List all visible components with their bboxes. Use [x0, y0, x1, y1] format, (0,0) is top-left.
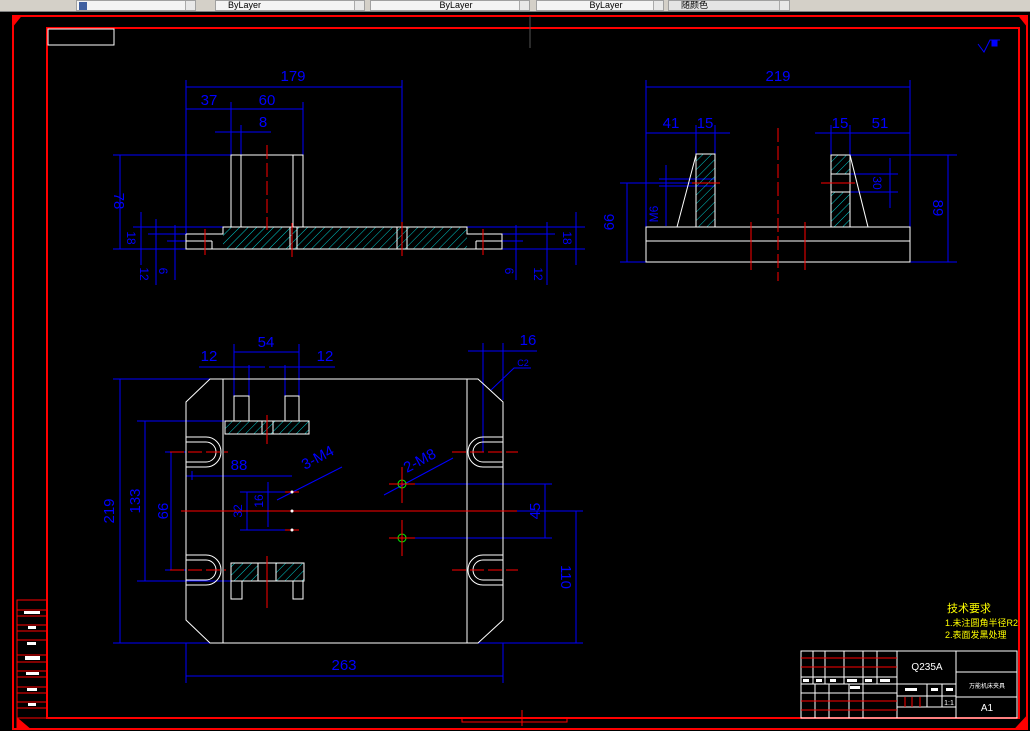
svg-text:12: 12	[531, 267, 545, 281]
svg-text:12: 12	[137, 267, 151, 281]
lineweight-dropdown[interactable]: ByLayer	[536, 0, 664, 11]
svg-text:12: 12	[317, 348, 334, 365]
svg-text:6: 6	[156, 268, 170, 275]
chevron-down-icon[interactable]	[185, 1, 195, 10]
svg-text:88: 88	[231, 457, 248, 474]
svg-text:18: 18	[124, 231, 138, 245]
svg-text:51: 51	[872, 115, 889, 132]
svg-text:219: 219	[765, 68, 790, 85]
svg-text:30: 30	[870, 176, 884, 190]
color-dropdown[interactable]: ByLayer	[215, 0, 365, 11]
linetype-dropdown[interactable]: ByLayer	[370, 0, 530, 11]
svg-text:66: 66	[601, 214, 618, 231]
plotstyle-dropdown[interactable]: 随颜色	[668, 0, 790, 11]
svg-text:263: 263	[331, 657, 356, 674]
chevron-down-icon[interactable]	[653, 1, 663, 10]
top-view: 54 12 12 16 C2 219 133 99 88 3-M4 2-M8 3…	[101, 332, 583, 683]
svg-text:3-M4: 3-M4	[299, 442, 337, 473]
svg-text:15: 15	[697, 115, 714, 132]
chevron-down-icon[interactable]	[354, 1, 364, 10]
svg-text:110: 110	[557, 565, 574, 589]
svg-text:99: 99	[154, 503, 171, 520]
svg-text:12: 12	[201, 348, 218, 365]
toolbar: ByLayer ByLayer ByLayer 随颜色	[0, 0, 1030, 12]
svg-text:1:1: 1:1	[944, 700, 954, 707]
technical-requirements: 技术要求 1.未注圆角半径R2 2.表面发黑处理	[945, 602, 1018, 640]
svg-text:16: 16	[252, 494, 266, 508]
svg-text:1.未注圆角半径R2: 1.未注圆角半径R2	[945, 617, 1018, 628]
drawing-canvas[interactable]: 179 37 60 8 78 18 12 6 6 12 18 219 41 15…	[0, 13, 1030, 731]
svg-text:C2: C2	[517, 358, 529, 368]
svg-text:Q235A: Q235A	[911, 662, 942, 673]
svg-text:技术要求: 技术要求	[947, 602, 991, 615]
roughness-symbol-icon	[977, 39, 1000, 53]
svg-text:2.表面发黑处理: 2.表面发黑处理	[945, 629, 1007, 640]
svg-text:M6: M6	[647, 205, 661, 222]
svg-text:45: 45	[527, 503, 544, 520]
layer-icon	[79, 2, 87, 10]
svg-text:2-M8: 2-M8	[401, 445, 439, 476]
svg-text:37: 37	[201, 92, 218, 109]
svg-text:8: 8	[259, 114, 267, 131]
svg-text:219: 219	[101, 498, 118, 523]
svg-text:179: 179	[280, 68, 305, 85]
svg-text:89: 89	[929, 200, 946, 217]
svg-text:万能机床夹具: 万能机床夹具	[969, 682, 1005, 690]
svg-text:32: 32	[231, 504, 245, 518]
svg-text:54: 54	[258, 334, 275, 351]
chevron-down-icon[interactable]	[779, 1, 789, 10]
front-view: 179 37 60 8 78 18 12 6 6 12 18	[110, 68, 585, 285]
svg-text:A1: A1	[981, 703, 994, 714]
svg-text:78: 78	[110, 193, 127, 210]
side-view: 219 41 15 15 51 66 M6 30 89	[601, 68, 957, 281]
chevron-down-icon[interactable]	[519, 1, 529, 10]
side-label-strip	[16, 599, 48, 719]
title-block: Q235A 万能机床夹具 1:1 A1	[800, 650, 1018, 719]
svg-text:60: 60	[259, 92, 276, 109]
layer-dropdown[interactable]	[76, 0, 196, 11]
svg-text:15: 15	[832, 115, 849, 132]
bottom-center-marks	[461, 710, 568, 726]
svg-text:6: 6	[502, 268, 516, 275]
svg-text:18: 18	[560, 231, 574, 245]
svg-text:16: 16	[520, 332, 537, 349]
svg-text:133: 133	[127, 488, 144, 513]
drawing-number-box	[47, 28, 115, 46]
svg-text:41: 41	[663, 115, 680, 132]
